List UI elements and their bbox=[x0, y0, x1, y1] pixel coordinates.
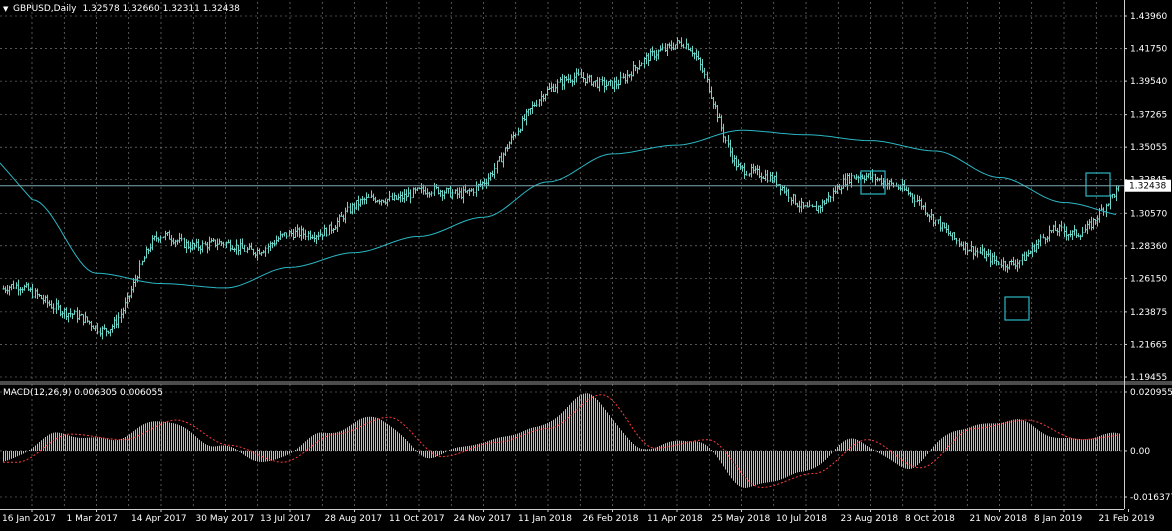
time-tick-label: 23 Aug 2018 bbox=[841, 514, 899, 524]
time-tick-label: 8 Jan 2019 bbox=[1034, 514, 1082, 524]
current-price-tag-label: 1.32438 bbox=[1129, 182, 1166, 192]
macd-histogram bbox=[3, 393, 1120, 488]
highlight-box bbox=[1004, 296, 1030, 321]
price-tick-label: 1.41750 bbox=[1130, 45, 1167, 55]
triangle-down-icon[interactable]: ▼ bbox=[3, 5, 9, 13]
time-tick-label: 14 Apr 2017 bbox=[131, 514, 187, 524]
price-tick-label: 1.19455 bbox=[1130, 373, 1167, 383]
labels: ▼ GBPUSD,Daily 1.32578 1.32660 1.32311 1.… bbox=[3, 4, 240, 398]
price-tick-label: 1.37265 bbox=[1130, 111, 1167, 121]
time-tick-label: 16 Jan 2017 bbox=[2, 514, 56, 524]
macd-label: MACD(12,26,9) 0.006305 0.006055 bbox=[3, 388, 163, 398]
time-tick-label: 21 Feb 2019 bbox=[1099, 514, 1155, 524]
price-tick-label: 1.39540 bbox=[1130, 77, 1167, 87]
time-tick-label: 1 Mar 2017 bbox=[67, 514, 118, 524]
time-tick-label: 21 Nov 2018 bbox=[970, 514, 1028, 524]
time-tick-label: 24 Nov 2017 bbox=[454, 514, 512, 524]
moving-average-line bbox=[0, 129, 1117, 289]
time-tick-label: 25 May 2018 bbox=[712, 514, 771, 524]
price-tick-label: 1.43960 bbox=[1130, 12, 1167, 22]
macd-tick-label: 0.00 bbox=[1130, 447, 1150, 457]
price-tick-label: 1.30570 bbox=[1130, 209, 1167, 219]
macd-tick-label: 0.020955 bbox=[1130, 388, 1172, 398]
chart-window[interactable]: 1.439601.417501.395401.372651.350551.328… bbox=[0, 0, 1172, 527]
highlight-box bbox=[1085, 172, 1111, 197]
price-tick-label: 1.26150 bbox=[1130, 274, 1167, 284]
time-tick-label: 11 Jan 2018 bbox=[518, 514, 572, 524]
time-tick-label: 11 Oct 2017 bbox=[389, 514, 445, 524]
time-tick-label: 26 Feb 2018 bbox=[583, 514, 639, 524]
price-tick-label: 1.23875 bbox=[1130, 308, 1167, 318]
macd-tick-label: -0.016377 bbox=[1130, 493, 1172, 503]
time-tick-label: 10 Jul 2018 bbox=[776, 514, 827, 524]
price-tick-label: 1.21665 bbox=[1130, 340, 1167, 350]
symbol-title: GBPUSD,Daily 1.32578 1.32660 1.32311 1.32… bbox=[13, 4, 240, 14]
chart-canvas[interactable]: 1.439601.417501.395401.372651.350551.328… bbox=[0, 0, 1172, 527]
time-tick-label: 13 Jul 2017 bbox=[260, 514, 311, 524]
price-tick-label: 1.28360 bbox=[1130, 242, 1167, 252]
price-tick-label: 1.35055 bbox=[1130, 143, 1167, 153]
time-tick-label: 11 Apr 2018 bbox=[647, 514, 703, 524]
time-tick-label: 28 Aug 2017 bbox=[325, 514, 383, 524]
price-series bbox=[2, 37, 1120, 340]
moving-average bbox=[0, 129, 1117, 289]
markers bbox=[860, 170, 1111, 321]
time-tick-label: 8 Oct 2018 bbox=[905, 514, 955, 524]
time-tick-label: 30 May 2017 bbox=[196, 514, 255, 524]
